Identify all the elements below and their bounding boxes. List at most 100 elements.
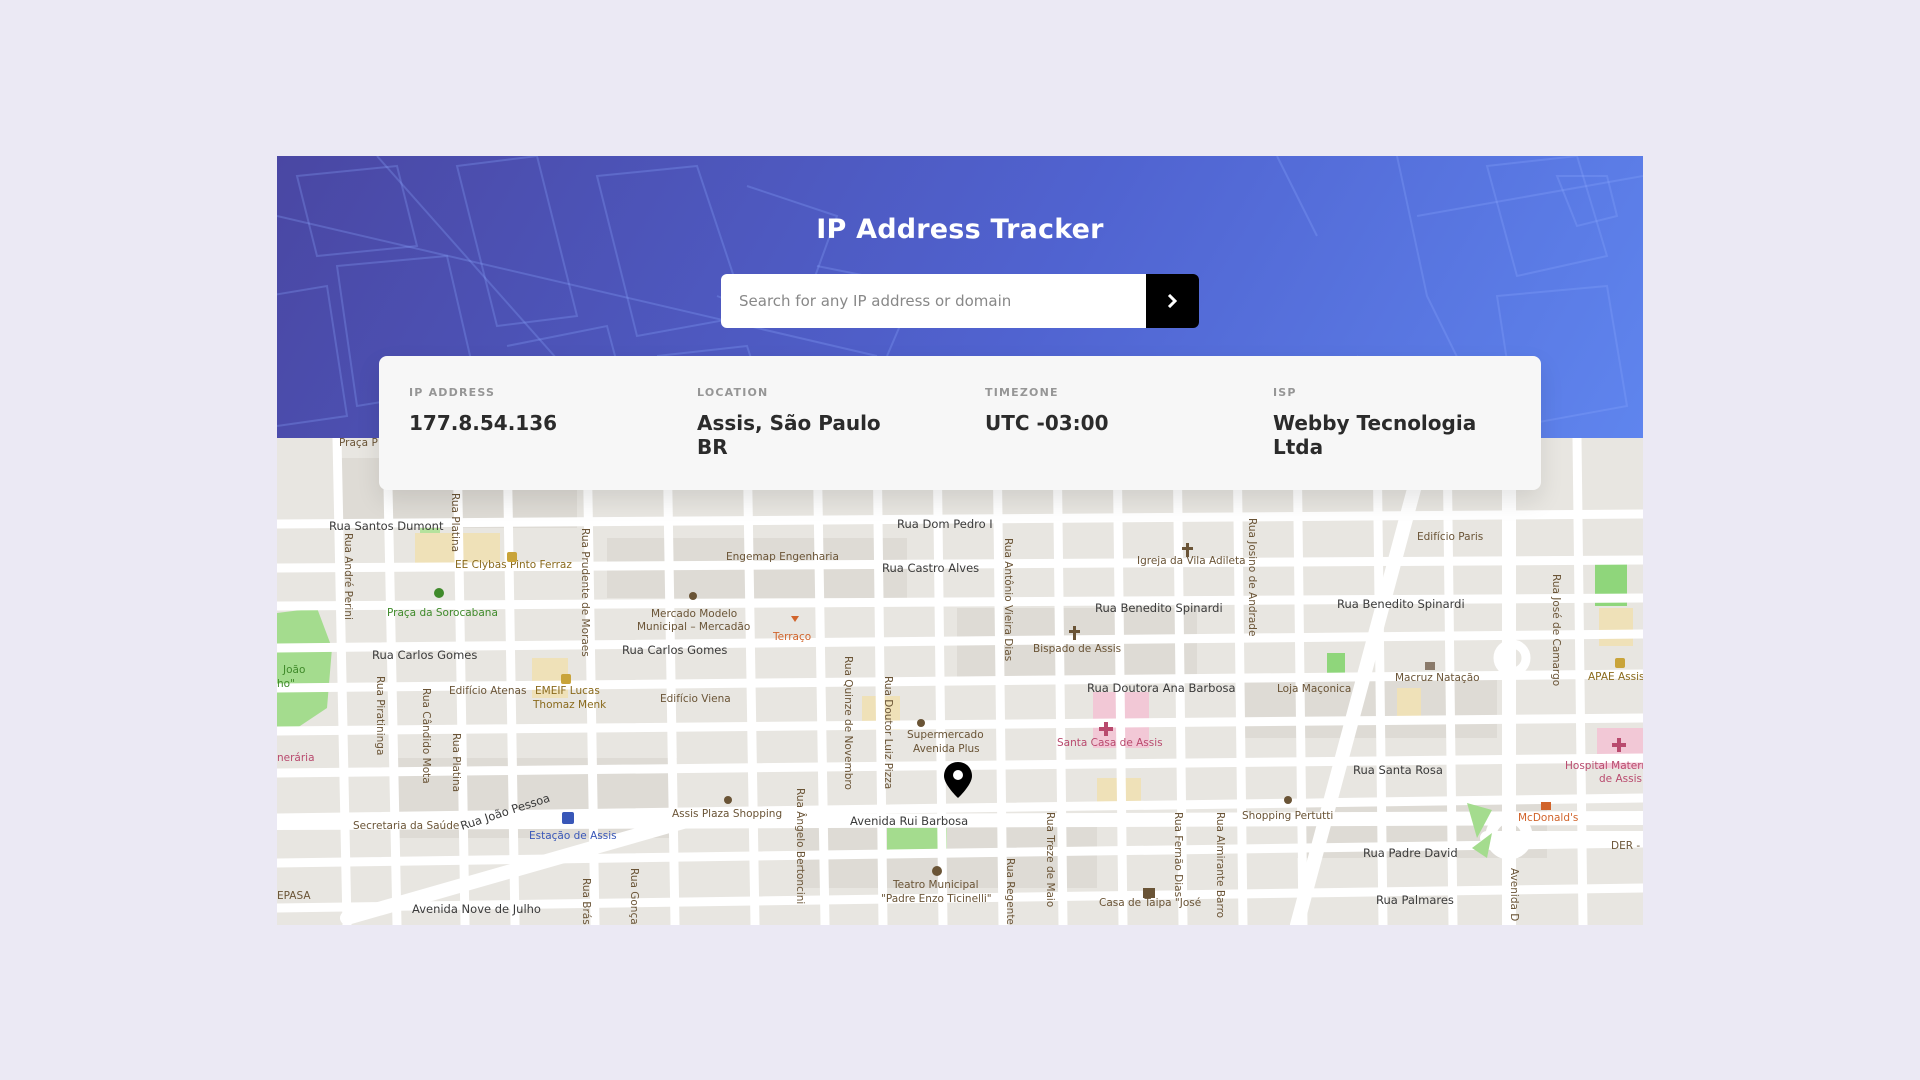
shopping-bag-icon [724, 796, 732, 804]
street-label: Rua Platina [450, 733, 462, 792]
location-panel: LOCATION Assis, São Paulo BR [697, 386, 957, 459]
street-label: Avenida Rui Barbosa [850, 814, 968, 828]
ip-address-value: 177.8.54.136 [409, 411, 558, 435]
street-label: Rua Benedito Spinardi [1095, 601, 1223, 615]
isp-value: Webby Tecnologia Ltda [1273, 411, 1477, 459]
poi-label: EPASA [277, 890, 311, 902]
street-label: Rua Benedito Spinardi [1337, 597, 1465, 611]
restaurant-icon [1541, 802, 1551, 810]
poi-label: Casa de Taipa "José [1099, 897, 1201, 909]
street-label: Rua Santos Dumont [329, 519, 444, 533]
street-label: Rua Gonçal [628, 868, 640, 925]
poi-label: Estação de Assis [529, 830, 617, 842]
street-label: Rua Treze de Maio [1044, 812, 1056, 907]
theater-icon [932, 866, 942, 876]
app-window: IP Address Tracker IP ADDRESS 177.8.54.1… [277, 156, 1643, 925]
poi-label: APAE Assis [1588, 671, 1643, 683]
street-label: Rua Dom Pedro I [897, 517, 993, 531]
street-label: Rua Santa Rosa [1353, 763, 1443, 777]
poi-label: Bispado de Assis [1033, 643, 1121, 655]
street-label: Rua André Perini [342, 533, 354, 620]
location-label: LOCATION [697, 386, 769, 399]
poi-label: Santa Casa de Assis [1057, 737, 1163, 749]
street-label: Rua Doutora Ana Barbosa [1087, 681, 1236, 695]
poi-label: Igreja da Vila Adileta [1137, 555, 1246, 567]
poi-label: Edifício Viena [660, 693, 731, 705]
museum-icon [1143, 888, 1155, 898]
swimming-icon [1425, 662, 1435, 670]
tree-icon [434, 588, 444, 598]
street-label: Rua Palmares [1376, 893, 1454, 907]
street-label: Rua Antônio Vieira Dias [1002, 538, 1014, 661]
street-label: Rua Doutor Luiz Pizza [882, 676, 894, 789]
street-label: Rua Carlos Gomes [622, 643, 727, 657]
street-label: Rua Carlos Gomes [372, 648, 477, 662]
school-icon [561, 674, 571, 684]
map-canvas[interactable]: Rua Santos Dumont Rua Dom Pedro I Rua Ca… [277, 438, 1643, 925]
poi-label: McDonald's [1518, 812, 1578, 824]
street-label: Rua Prudente de Moraes [579, 528, 591, 657]
poi-label: Shopping Pertutti [1242, 810, 1333, 822]
school-icon [507, 552, 517, 562]
poi-label: Praça da Sorocabana [387, 607, 498, 619]
poi-label: DER - [1611, 840, 1640, 852]
poi-label: Secretaria da Saúde [353, 820, 459, 832]
poi-label: Terraço [772, 631, 811, 643]
street-label: Rua Cândido Mota [420, 688, 432, 784]
poi-label: Municipal – Mercadão [637, 621, 750, 633]
street-label: Rua Padre David [1363, 846, 1458, 860]
search-input[interactable] [721, 274, 1146, 328]
location-city: Assis, São Paulo [697, 411, 881, 435]
ip-address-label: IP ADDRESS [409, 386, 496, 399]
train-station-icon [562, 812, 574, 824]
poi-label: Hospital Matern [1565, 760, 1643, 772]
page-title: IP Address Tracker [816, 214, 1104, 245]
street-label: Rua Platina [449, 493, 461, 552]
street-label: Rua Josino de Andrade [1246, 518, 1258, 636]
poi-label: Edifício Atenas [449, 685, 526, 697]
poi-label: Macruz Natação [1395, 672, 1480, 684]
street-label: Rua José de Camargo [1550, 574, 1562, 686]
poi-label: Assis Plaza Shopping [672, 808, 782, 820]
location-value: Assis, São Paulo BR [697, 411, 957, 459]
timezone-value: UTC -03:00 [985, 411, 1109, 435]
isp-label: ISP [1273, 386, 1297, 399]
poi-label: ho" [277, 678, 295, 690]
shopping-cart-icon [917, 719, 925, 727]
street-label: Rua Regente [1004, 858, 1016, 925]
poi-label: de Assis [1599, 773, 1642, 785]
school-icon [1615, 658, 1625, 668]
search-submit-button[interactable] [1146, 274, 1199, 328]
shopping-bag-icon [1284, 796, 1292, 804]
street-label: Rua Almirante Barro [1214, 812, 1226, 918]
street-label: Avenida D [1508, 868, 1520, 921]
ip-address-panel: IP ADDRESS 177.8.54.136 [409, 386, 669, 435]
timezone-panel: TIMEZONE UTC -03:00 [985, 386, 1245, 435]
poi-label: nerária [277, 752, 315, 764]
info-card: IP ADDRESS 177.8.54.136 LOCATION Assis, … [379, 356, 1541, 490]
location-country: BR [697, 435, 728, 459]
chevron-right-icon [1167, 294, 1177, 308]
poi-label: EMEIF Lucas [535, 685, 600, 697]
poi-label: Engemap Engenharia [726, 551, 839, 563]
street-label: Rua Castro Alves [882, 561, 979, 575]
street-label: Rua Fernão Dias [1172, 812, 1184, 897]
shopping-cart-icon [689, 592, 697, 600]
timezone-label: TIMEZONE [985, 386, 1059, 399]
poi-label: Supermercado [907, 729, 984, 741]
street-label: Avenida Nove de Julho [412, 902, 541, 916]
poi-label: Teatro Municipal [892, 879, 978, 891]
poi-label: Edifício Paris [1417, 531, 1483, 543]
poi-label: "Padre Enzo Ticinelli" [881, 893, 992, 905]
street-label: Praça P [339, 438, 378, 449]
street-label: Rua Ângelo Bertoncini [794, 788, 807, 904]
search-bar [721, 274, 1199, 328]
poi-label: Mercado Modelo [651, 608, 737, 620]
map[interactable]: Rua Santos Dumont Rua Dom Pedro I Rua Ca… [277, 438, 1643, 925]
street-label: Rua Brás [580, 878, 592, 925]
poi-label: Thomaz Menk [532, 699, 607, 711]
poi-label: Loja Maçonica [1277, 683, 1351, 695]
street-label: Rua Quinze de Novembro [842, 656, 854, 790]
poi-label: Avenida Plus [913, 743, 980, 755]
street-label: Rua Piratininga [374, 676, 386, 755]
